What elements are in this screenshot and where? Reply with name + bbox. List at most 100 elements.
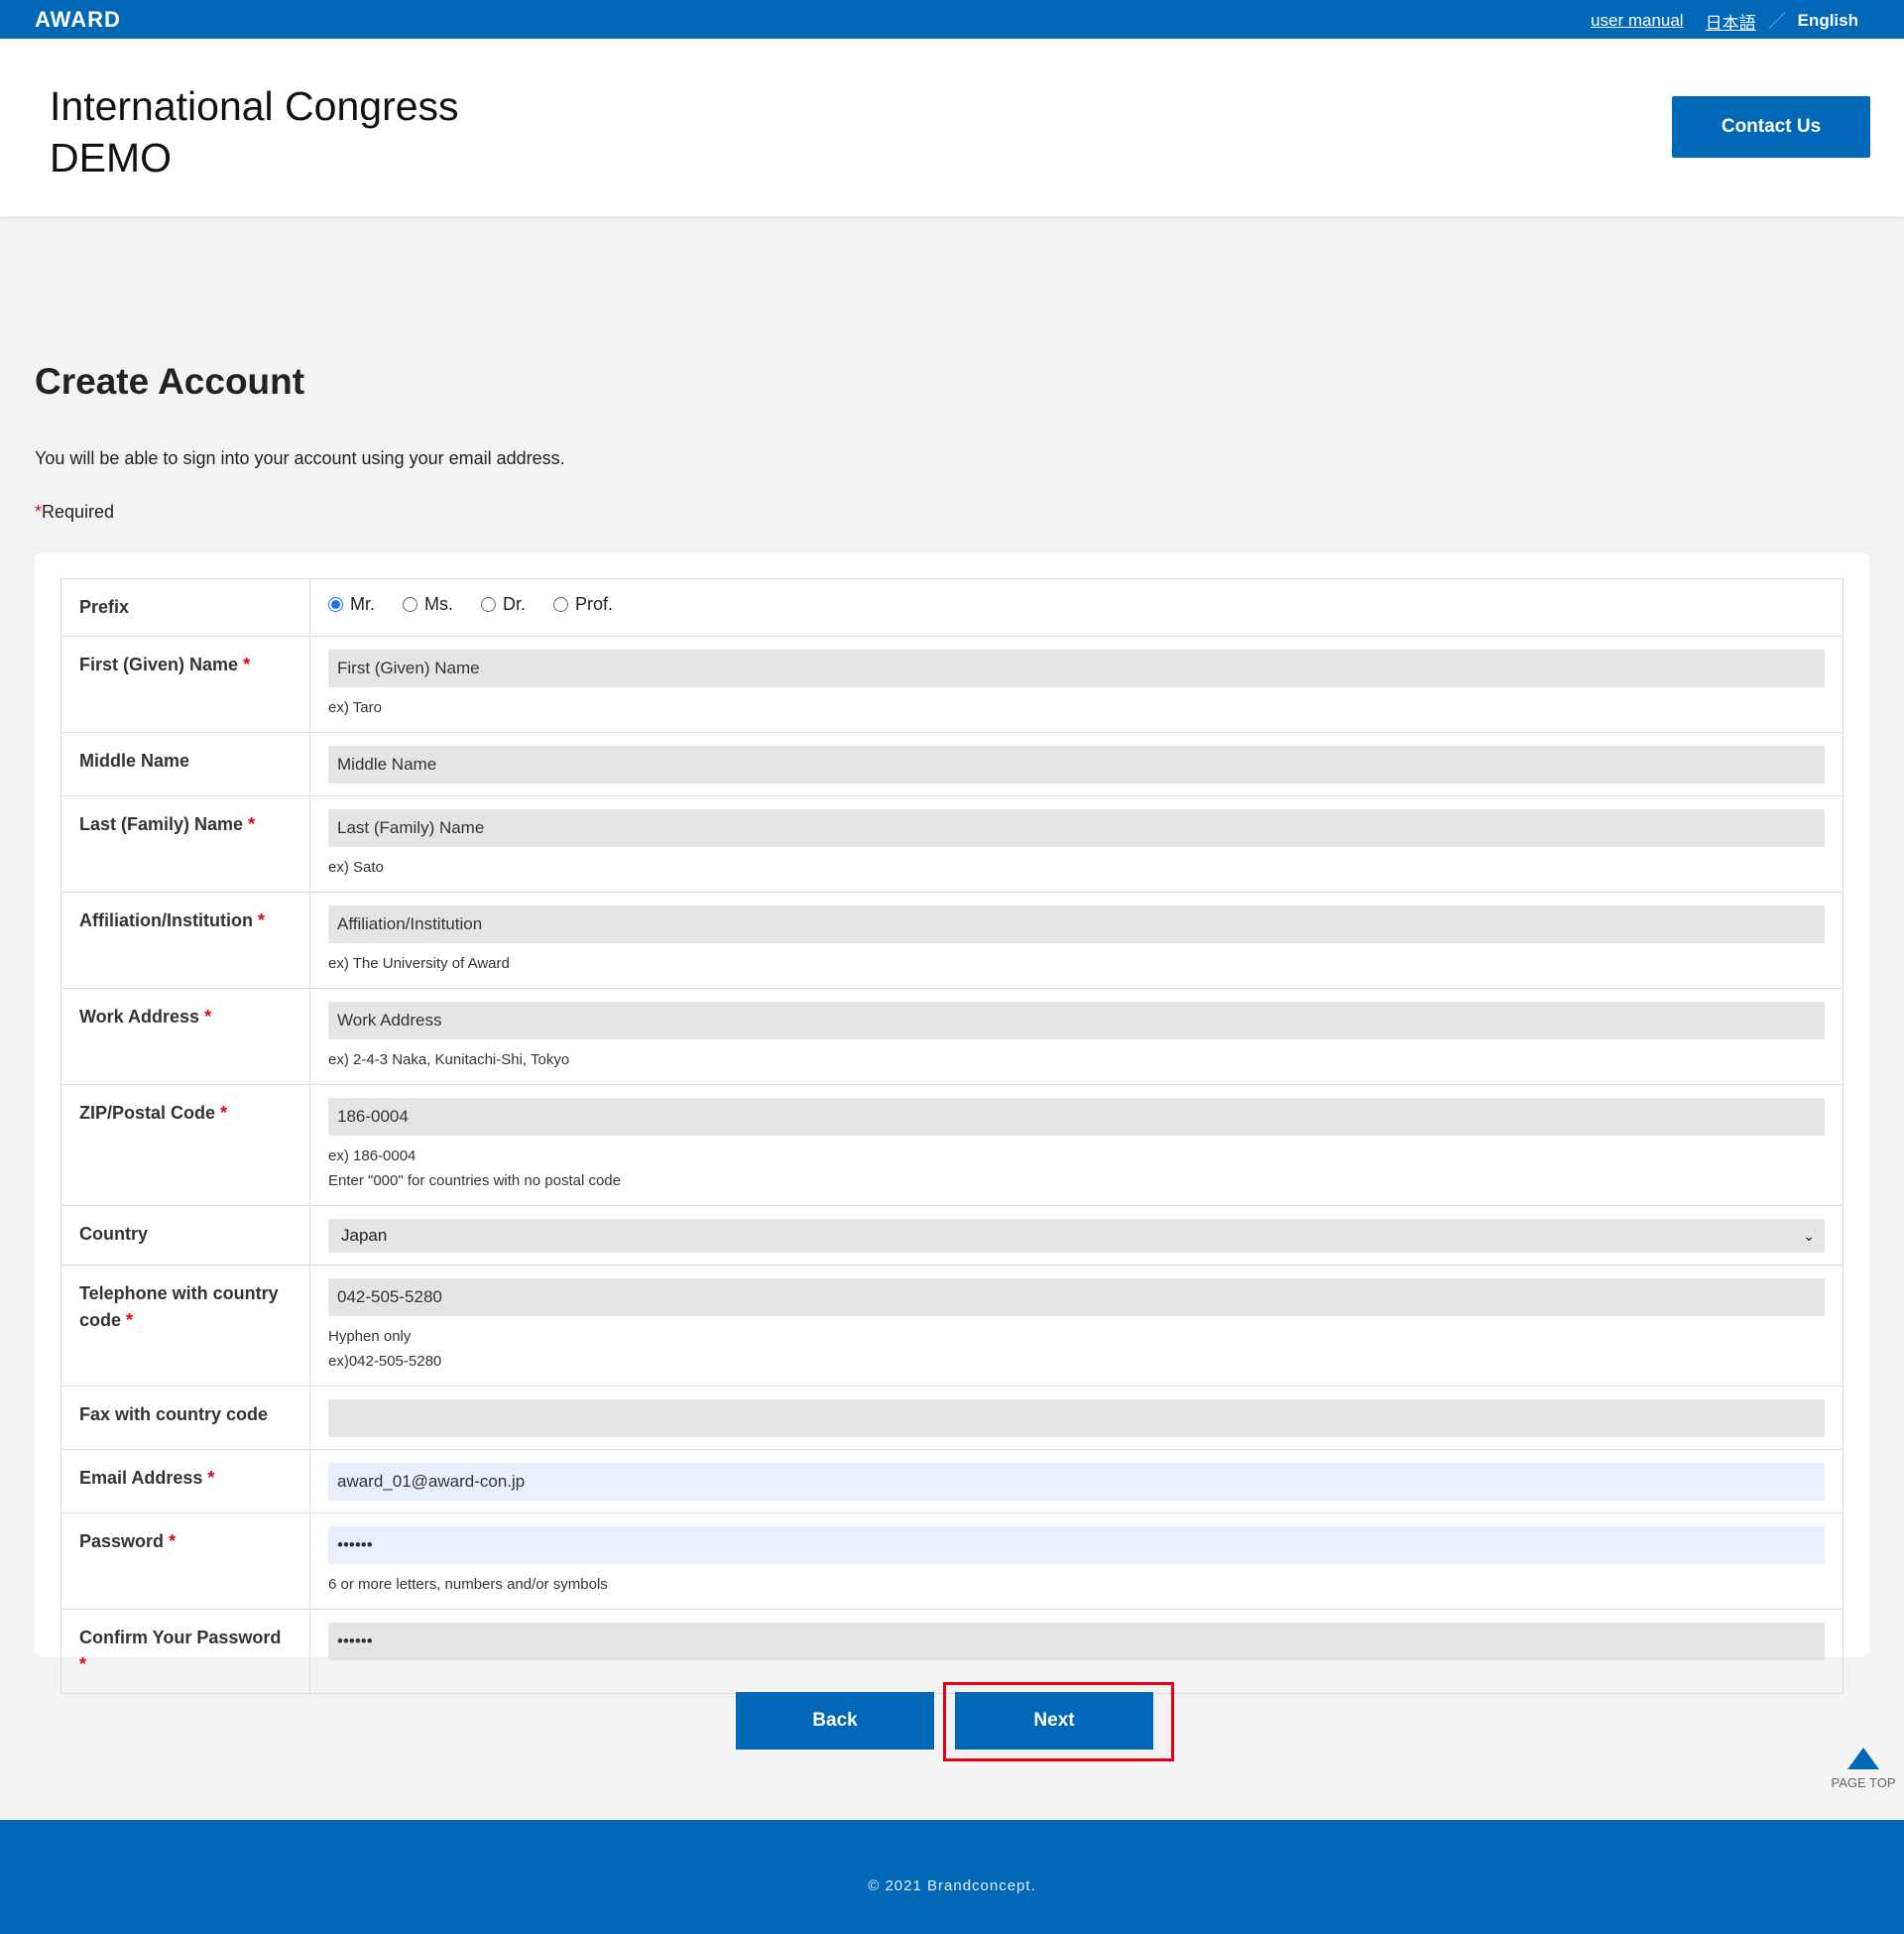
radio-unselected-icon[interactable] — [481, 597, 496, 612]
language-japanese-link[interactable]: 日本語 — [1706, 9, 1756, 34]
required-note: *Required — [35, 502, 114, 523]
site-title: International Congress DEMO — [50, 83, 459, 181]
affiliation-label: Affiliation/Institution * — [60, 892, 310, 989]
email-label-text: Email Address — [79, 1468, 203, 1488]
top-links: user manual 日本語 ／ English — [1591, 8, 1858, 34]
form-row-password: Password * •••••• 6 or more letters, num… — [60, 1512, 1844, 1610]
middle-name-label: Middle Name — [60, 732, 310, 796]
affiliation-hint: ex) The University of Award — [328, 955, 510, 972]
confirm-password-input[interactable]: •••••• — [328, 1623, 1825, 1660]
required-star: * — [79, 1654, 87, 1674]
radio-unselected-icon[interactable] — [403, 597, 417, 612]
radio-selected-icon[interactable] — [328, 597, 343, 612]
required-star: * — [243, 655, 251, 674]
form-card: Prefix Mr. Ms. Dr. Prof. First (Given) N… — [35, 552, 1869, 1694]
page-top-label: PAGE TOP — [1831, 1775, 1896, 1790]
required-star: * — [207, 1468, 215, 1488]
form-row-middle-name: Middle Name Middle Name — [60, 732, 1844, 796]
chevron-down-icon[interactable]: ⌄ — [1803, 1228, 1815, 1245]
language-english-current: English — [1797, 11, 1858, 30]
affiliation-input[interactable]: Affiliation/Institution — [328, 906, 1825, 943]
fax-input[interactable] — [328, 1399, 1825, 1437]
prefix-field: Mr. Ms. Dr. Prof. — [309, 578, 1844, 637]
radio-unselected-icon[interactable] — [553, 597, 569, 612]
password-field: •••••• 6 or more letters, numbers and/or… — [309, 1512, 1844, 1610]
prefix-radio-group: Mr. Ms. Dr. Prof. — [328, 592, 1825, 615]
telephone-label: Telephone with country code * — [60, 1265, 310, 1387]
last-name-label: Last (Family) Name * — [60, 795, 310, 893]
arrow-up-icon[interactable] — [1847, 1748, 1879, 1769]
form-row-prefix: Prefix Mr. Ms. Dr. Prof. — [60, 578, 1844, 637]
form-row-fax: Fax with country code — [60, 1386, 1844, 1450]
prefix-option-mr[interactable]: Mr. — [328, 594, 375, 615]
prefix-option-prof[interactable]: Prof. — [553, 594, 613, 615]
zip-label-text: ZIP/Postal Code — [79, 1103, 216, 1123]
zip-hint-example: ex) 186-0004 — [328, 1148, 416, 1164]
required-star: * — [257, 910, 265, 930]
password-input[interactable]: •••••• — [328, 1526, 1825, 1564]
affiliation-label-text: Affiliation/Institution — [79, 910, 253, 930]
brand-logo[interactable]: AWARD — [35, 7, 121, 33]
last-name-field: Last (Family) Name ex) Sato — [309, 795, 1844, 893]
site-header: International Congress DEMO Contact Us — [0, 39, 1904, 216]
last-name-hint: ex) Sato — [328, 859, 384, 876]
copyright-text: © 2021 Brandconcept. — [868, 1877, 1036, 1894]
telephone-hint: Hyphen only ex)042-505-5280 — [328, 1324, 1825, 1374]
page-title: Create Account — [35, 361, 305, 402]
intro-text: You will be able to sign into your accou… — [35, 448, 565, 468]
user-manual-link[interactable]: user manual — [1591, 11, 1684, 31]
form-row-confirm-password: Confirm Your Password * •••••• — [60, 1609, 1844, 1694]
work-address-field: Work Address ex) 2-4-3 Naka, Kunitachi-S… — [309, 988, 1844, 1085]
language-separator: ／ — [1767, 12, 1786, 32]
prefix-option-dr[interactable]: Dr. — [481, 594, 526, 615]
zip-hint: ex) 186-0004 Enter "000" for countries w… — [328, 1144, 1825, 1193]
telephone-field: 042-505-5280 Hyphen only ex)042-505-5280 — [309, 1265, 1844, 1387]
zip-label: ZIP/Postal Code * — [60, 1084, 310, 1206]
middle-name-field: Middle Name — [309, 732, 1844, 796]
form-row-telephone: Telephone with country code * 042-505-52… — [60, 1265, 1844, 1387]
first-name-input[interactable]: First (Given) Name — [328, 650, 1825, 687]
email-input[interactable]: award_01@award-con.jp — [328, 1463, 1825, 1501]
country-select[interactable]: Japan ⌄ — [328, 1219, 1825, 1253]
email-field: award_01@award-con.jp — [309, 1449, 1844, 1513]
required-star: * — [35, 502, 43, 522]
form-row-work-address: Work Address * Work Address ex) 2-4-3 Na… — [60, 988, 1844, 1085]
work-address-input[interactable]: Work Address — [328, 1002, 1825, 1039]
required-star: * — [204, 1007, 212, 1027]
next-button[interactable]: Next — [955, 1692, 1153, 1750]
country-field: Japan ⌄ — [309, 1205, 1844, 1266]
zip-input[interactable]: 186-0004 — [328, 1098, 1825, 1136]
required-label: Required — [42, 502, 115, 522]
first-name-field: First (Given) Name ex) Taro — [309, 636, 1844, 733]
country-label-text: Country — [79, 1224, 148, 1244]
prefix-option-label: Mr. — [350, 594, 375, 614]
fax-label: Fax with country code — [60, 1386, 310, 1450]
first-name-label: First (Given) Name * — [60, 636, 310, 733]
last-name-input[interactable]: Last (Family) Name — [328, 809, 1825, 847]
account-form: Prefix Mr. Ms. Dr. Prof. First (Given) N… — [60, 578, 1844, 1694]
required-star: * — [220, 1103, 228, 1123]
work-address-hint: ex) 2-4-3 Naka, Kunitachi-Shi, Tokyo — [328, 1051, 570, 1068]
prefix-label-text: Prefix — [79, 597, 130, 617]
telephone-input[interactable]: 042-505-5280 — [328, 1278, 1825, 1316]
middle-name-input[interactable]: Middle Name — [328, 746, 1825, 784]
prefix-label: Prefix — [60, 578, 310, 637]
fax-label-text: Fax with country code — [79, 1404, 269, 1424]
required-star: * — [169, 1531, 177, 1551]
prefix-option-label: Ms. — [424, 594, 453, 614]
affiliation-field: Affiliation/Institution ex) The Universi… — [309, 892, 1844, 989]
back-button[interactable]: Back — [736, 1692, 934, 1750]
fax-field — [309, 1386, 1844, 1450]
work-address-label: Work Address * — [60, 988, 310, 1085]
form-row-email: Email Address * award_01@award-con.jp — [60, 1449, 1844, 1513]
page-top-link[interactable]: PAGE TOP — [1831, 1748, 1896, 1790]
password-label-text: Password — [79, 1531, 165, 1551]
form-row-first-name: First (Given) Name * First (Given) Name … — [60, 636, 1844, 733]
telephone-hint-format: Hyphen only — [328, 1328, 412, 1345]
confirm-password-label-text: Confirm Your Password — [79, 1628, 282, 1647]
last-name-label-text: Last (Family) Name — [79, 814, 244, 834]
prefix-option-ms[interactable]: Ms. — [403, 594, 453, 615]
form-row-zip: ZIP/Postal Code * 186-0004 ex) 186-0004 … — [60, 1084, 1844, 1206]
confirm-password-label: Confirm Your Password * — [60, 1609, 310, 1694]
contact-us-button[interactable]: Contact Us — [1672, 96, 1870, 158]
